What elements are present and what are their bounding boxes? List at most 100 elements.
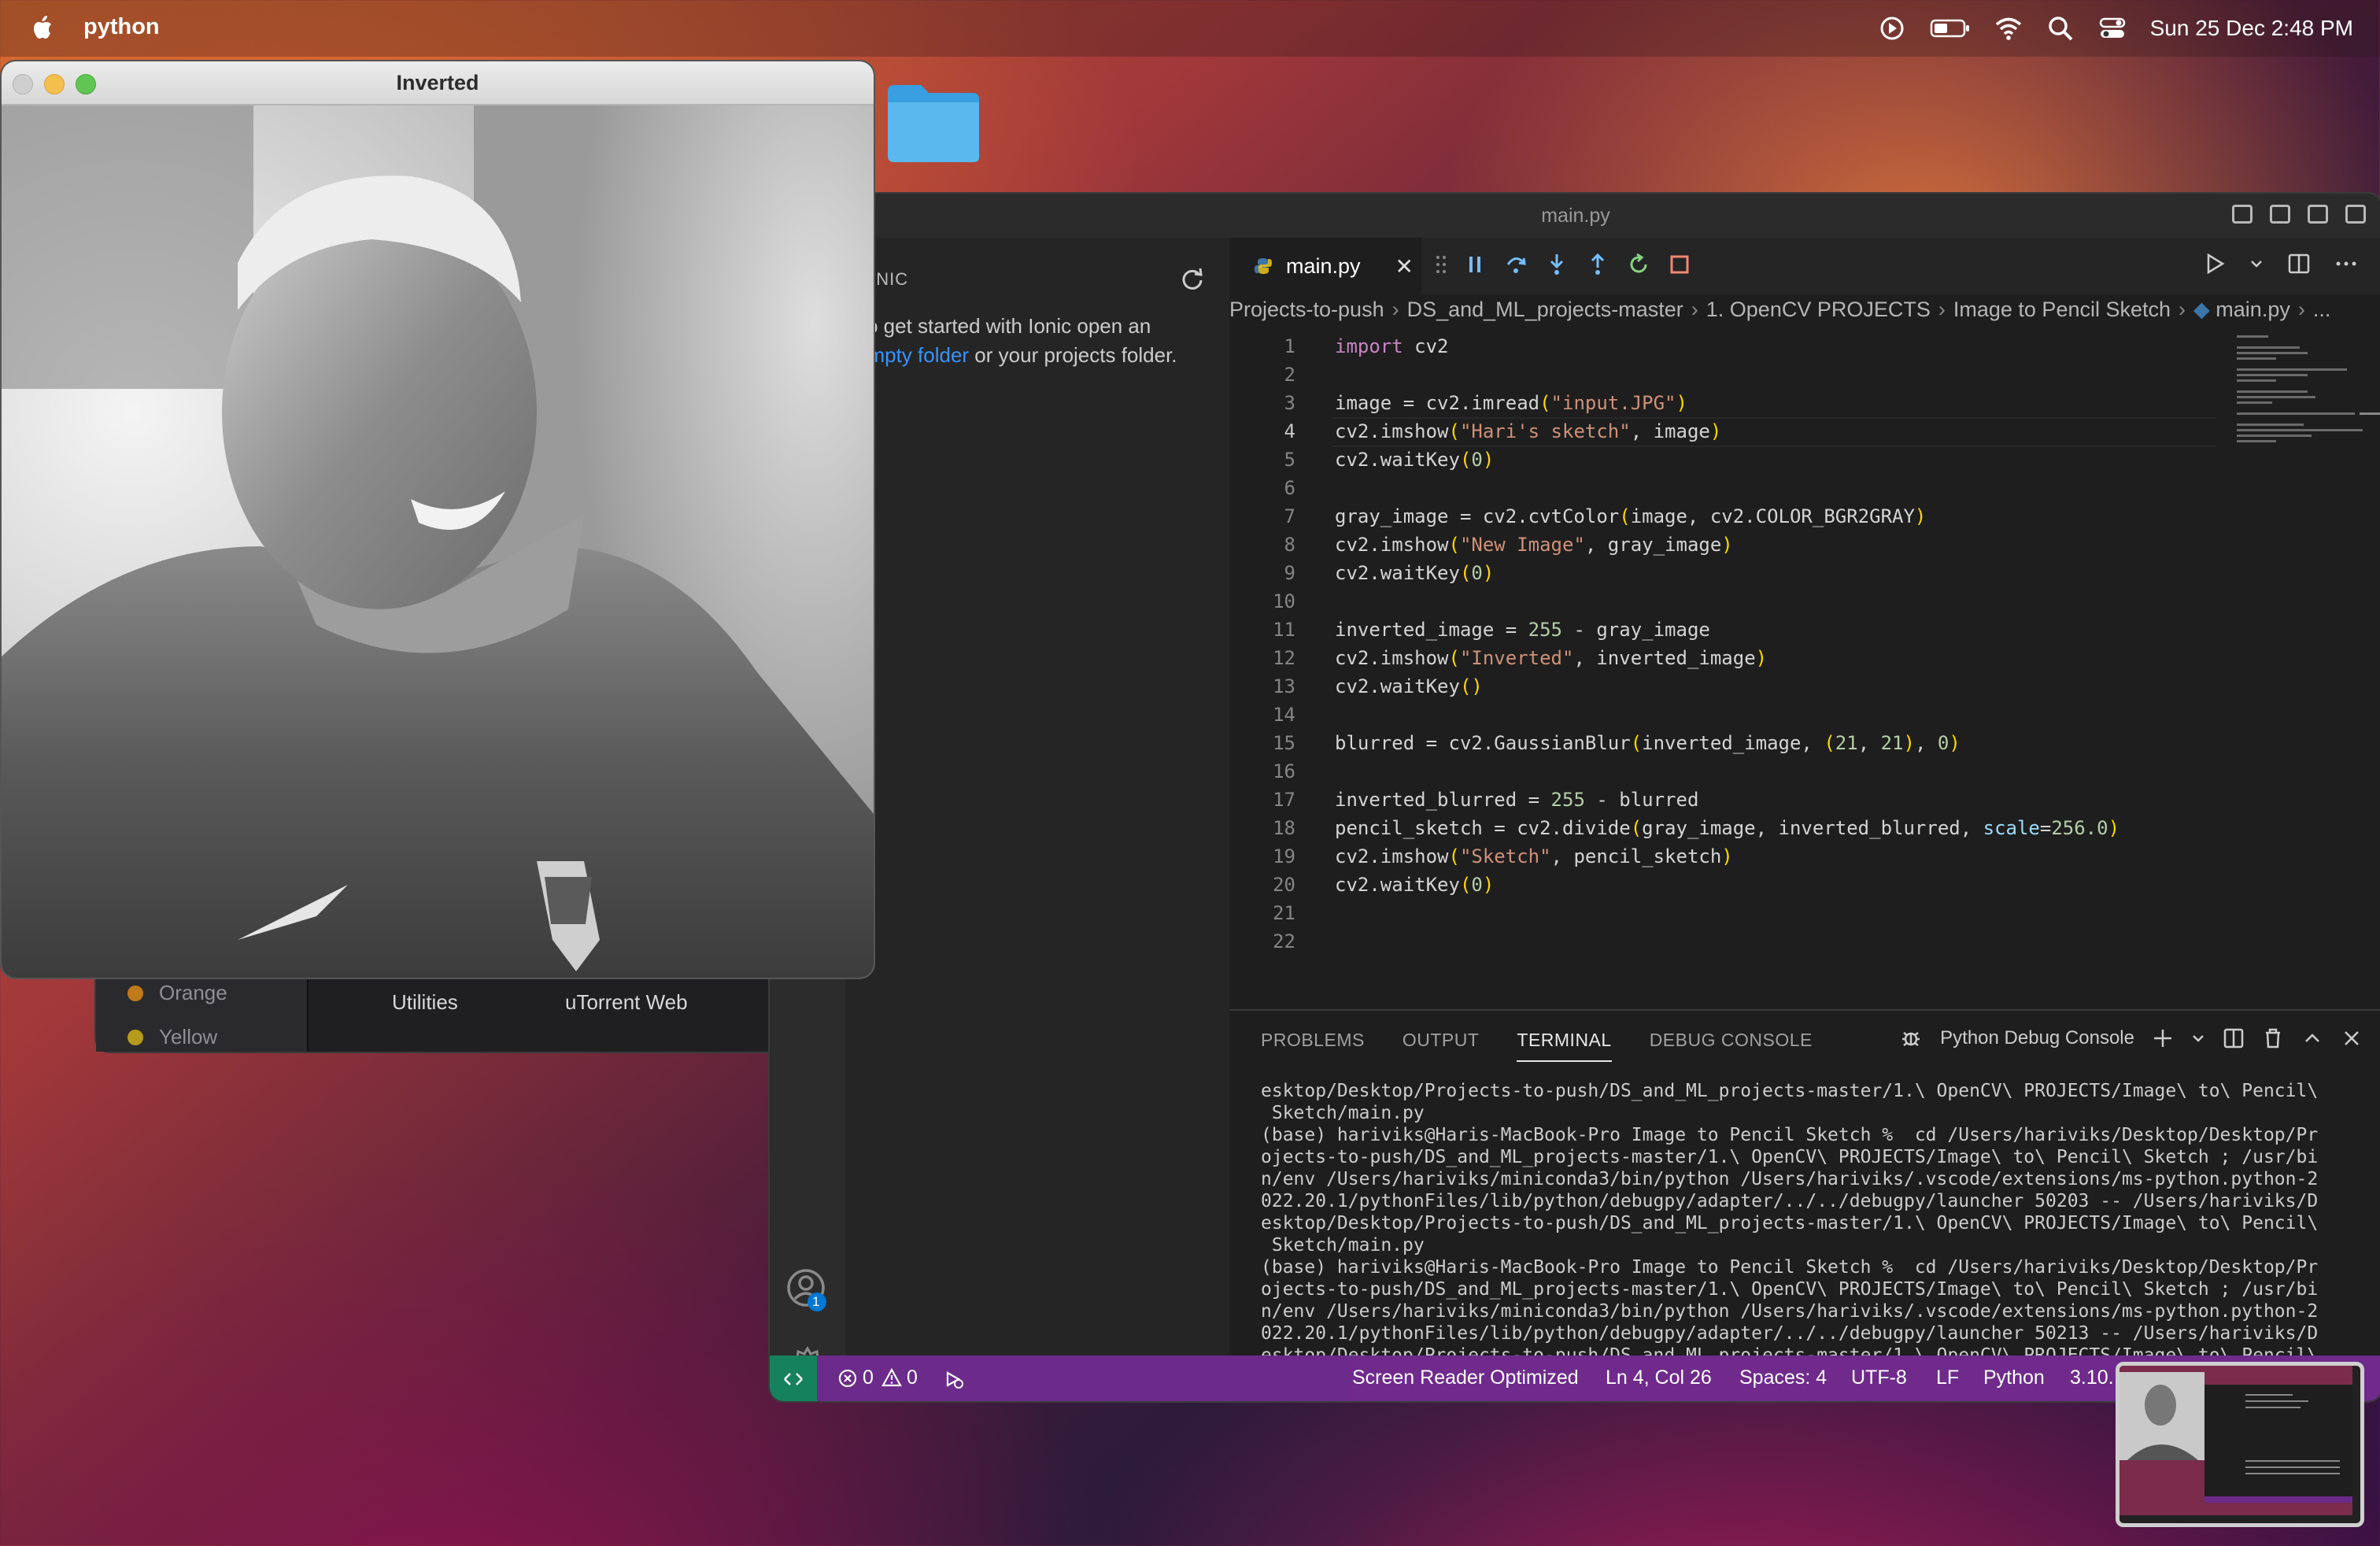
code-editor[interactable]: 1 import cv2 2 3 image = cv2.imread("input.J… <box>1229 332 2229 956</box>
code-line[interactable]: 15 blurred = cv2.GaussianBlur(inverted_im… <box>1229 729 2229 757</box>
chevron-down-icon[interactable] <box>2249 252 2264 276</box>
debug-attach-icon[interactable] <box>943 1368 965 1390</box>
stop-icon[interactable] <box>1667 252 1692 277</box>
minimap[interactable] <box>2237 332 2371 442</box>
screen-recording-icon[interactable] <box>1878 14 1906 43</box>
tab-problems[interactable]: PROBLEMS <box>1261 1030 1365 1062</box>
code-line[interactable]: 16 <box>1229 757 2229 786</box>
tab-main-py[interactable]: main.py ✕ <box>1229 238 1421 294</box>
remote-indicator[interactable] <box>770 1356 817 1401</box>
battery-icon[interactable] <box>1930 14 1971 43</box>
breadcrumb-item[interactable]: Image to Pencil Sketch <box>1953 298 2171 321</box>
code-line[interactable]: 12 cv2.imshow("Inverted", inverted_image) <box>1229 644 2229 672</box>
accounts-icon[interactable] <box>785 1267 830 1315</box>
menubar-clock[interactable]: Sun 25 Dec 2:48 PM <box>2150 16 2353 41</box>
sidebar-tag-yellow[interactable]: Yellow <box>128 1025 217 1049</box>
step-out-icon[interactable] <box>1585 252 1610 277</box>
screen-reader-mode[interactable]: Screen Reader Optimized <box>1352 1367 1579 1389</box>
code-line[interactable]: 2 <box>1229 361 2229 389</box>
tab-terminal[interactable]: TERMINAL <box>1517 1030 1612 1062</box>
split-editor-icon[interactable] <box>2287 252 2311 276</box>
cursor-position[interactable]: Ln 4, Col 26 <box>1606 1367 1712 1389</box>
terminal-profile-label[interactable]: Python Debug Console <box>1940 1027 2134 1049</box>
toggle-panel-icon[interactable] <box>2270 205 2290 224</box>
customize-layout-icon[interactable] <box>2345 205 2366 224</box>
tab-output[interactable]: OUTPUT <box>1402 1030 1480 1062</box>
code-line[interactable]: 5 cv2.waitKey(0) <box>1229 446 2229 474</box>
close-panel-icon[interactable] <box>2341 1027 2363 1049</box>
step-over-icon[interactable] <box>1503 252 1528 277</box>
screenshot-thumbnail[interactable] <box>2116 1362 2364 1527</box>
sidebar-tag-orange[interactable]: Orange <box>128 981 227 1005</box>
more-actions-icon[interactable] <box>2334 252 2358 276</box>
file-encoding[interactable]: UTF-8 <box>1851 1367 1907 1389</box>
zoom-window-button[interactable] <box>76 74 96 94</box>
end-of-line[interactable]: LF <box>1936 1367 1959 1389</box>
spotlight-search-icon[interactable] <box>2046 14 2075 43</box>
tag-label: Orange <box>159 981 227 1004</box>
chevron-down-icon[interactable] <box>2191 1027 2205 1049</box>
trash-icon[interactable] <box>2262 1027 2284 1049</box>
vscode-window: main.py 1 IONIC To get started with Ioni… <box>768 192 2380 1403</box>
warning-count[interactable]: 0 <box>907 1367 918 1389</box>
error-icon[interactable] <box>837 1368 858 1389</box>
toggle-primary-sidebar-icon[interactable] <box>2232 205 2252 224</box>
code-line[interactable]: 3 image = cv2.imread("input.JPG") <box>1229 389 2229 417</box>
split-terminal-icon[interactable] <box>2223 1027 2245 1049</box>
code-line[interactable]: 18 pencil_sketch = cv2.divide(gray_image,… <box>1229 814 2229 842</box>
breadcrumb-item[interactable]: DS_and_ML_projects-master <box>1407 298 1683 321</box>
python-interpreter[interactable]: 3.10. <box>2070 1367 2114 1389</box>
desktop-folder-icon[interactable] <box>885 82 982 164</box>
code-line[interactable]: 1 import cv2 <box>1229 332 2229 361</box>
close-window-button[interactable] <box>13 74 33 94</box>
code-line[interactable]: 17 inverted_blurred = 255 - blurred <box>1229 786 2229 814</box>
tab-debug-console[interactable]: DEBUG CONSOLE <box>1650 1030 1813 1062</box>
code-text: inverted_blurred = 255 - blurred <box>1335 789 1699 811</box>
screenshot-preview-image <box>2119 1366 2352 1515</box>
code-line[interactable]: 9 cv2.waitKey(0) <box>1229 559 2229 587</box>
code-line[interactable]: 8 cv2.imshow("New Image", gray_image) <box>1229 531 2229 559</box>
code-line[interactable]: 21 <box>1229 899 2229 927</box>
terminal-output[interactable]: esktop/Desktop/Projects-to-push/DS_and_M… <box>1261 1080 2363 1389</box>
refresh-icon[interactable] <box>1181 268 1204 291</box>
new-terminal-icon[interactable] <box>2152 1027 2174 1049</box>
close-tab-icon[interactable]: ✕ <box>1395 253 1414 279</box>
error-count[interactable]: 0 <box>863 1367 874 1389</box>
active-app-name[interactable]: python <box>83 14 160 40</box>
wifi-icon[interactable] <box>1994 14 2023 43</box>
finder-item-utorrent[interactable]: uTorrent Web <box>565 990 688 1015</box>
chevron-right-icon: › <box>1691 298 1698 321</box>
run-python-file-icon[interactable] <box>2204 252 2226 276</box>
code-line[interactable]: 4 cv2.imshow("Hari's sketch", image) <box>1229 417 2229 447</box>
apple-logo-icon[interactable] <box>28 13 57 44</box>
warning-icon[interactable] <box>881 1367 902 1388</box>
breadcrumb-item[interactable]: main.py <box>2216 298 2290 321</box>
language-mode[interactable]: Python <box>1983 1367 2045 1389</box>
control-center-icon[interactable] <box>2098 14 2127 43</box>
code-line[interactable]: 19 cv2.imshow("Sketch", pencil_sketch) <box>1229 842 2229 871</box>
code-line[interactable]: 7 gray_image = cv2.cvtColor(image, cv2.CO… <box>1229 502 2229 531</box>
code-line[interactable]: 22 <box>1229 927 2229 956</box>
drag-handle-icon[interactable] <box>1436 253 1447 276</box>
code-line[interactable]: 11 inverted_image = 255 - gray_image <box>1229 616 2229 644</box>
indentation[interactable]: Spaces: 4 <box>1739 1367 1827 1389</box>
code-text: pencil_sketch = cv2.divide(gray_image, i… <box>1335 817 2120 839</box>
line-number: 9 <box>1284 562 1295 584</box>
code-line[interactable]: 6 <box>1229 474 2229 502</box>
code-line[interactable]: 10 <box>1229 587 2229 616</box>
breadcrumb-item[interactable]: ... <box>2313 298 2331 321</box>
toggle-secondary-sidebar-icon[interactable] <box>2308 205 2328 224</box>
maximize-panel-icon[interactable] <box>2301 1027 2323 1049</box>
code-line[interactable]: 14 <box>1229 701 2229 729</box>
code-text: cv2.imshow("Inverted", inverted_image) <box>1335 647 1768 669</box>
restart-icon[interactable] <box>1626 252 1651 277</box>
step-into-icon[interactable] <box>1544 252 1569 277</box>
breadcrumb-item[interactable]: 1. OpenCV PROJECTS <box>1706 298 1931 321</box>
code-line[interactable]: 20 cv2.waitKey(0) <box>1229 871 2229 899</box>
code-line[interactable]: 13 cv2.waitKey() <box>1229 672 2229 701</box>
finder-item-utilities[interactable]: Utilities <box>392 990 458 1015</box>
minimize-window-button[interactable] <box>44 74 65 94</box>
breadcrumb-item[interactable]: Projects-to-push <box>1229 298 1384 321</box>
scroll-position-marker <box>2360 412 2380 415</box>
pause-icon[interactable] <box>1462 252 1488 277</box>
